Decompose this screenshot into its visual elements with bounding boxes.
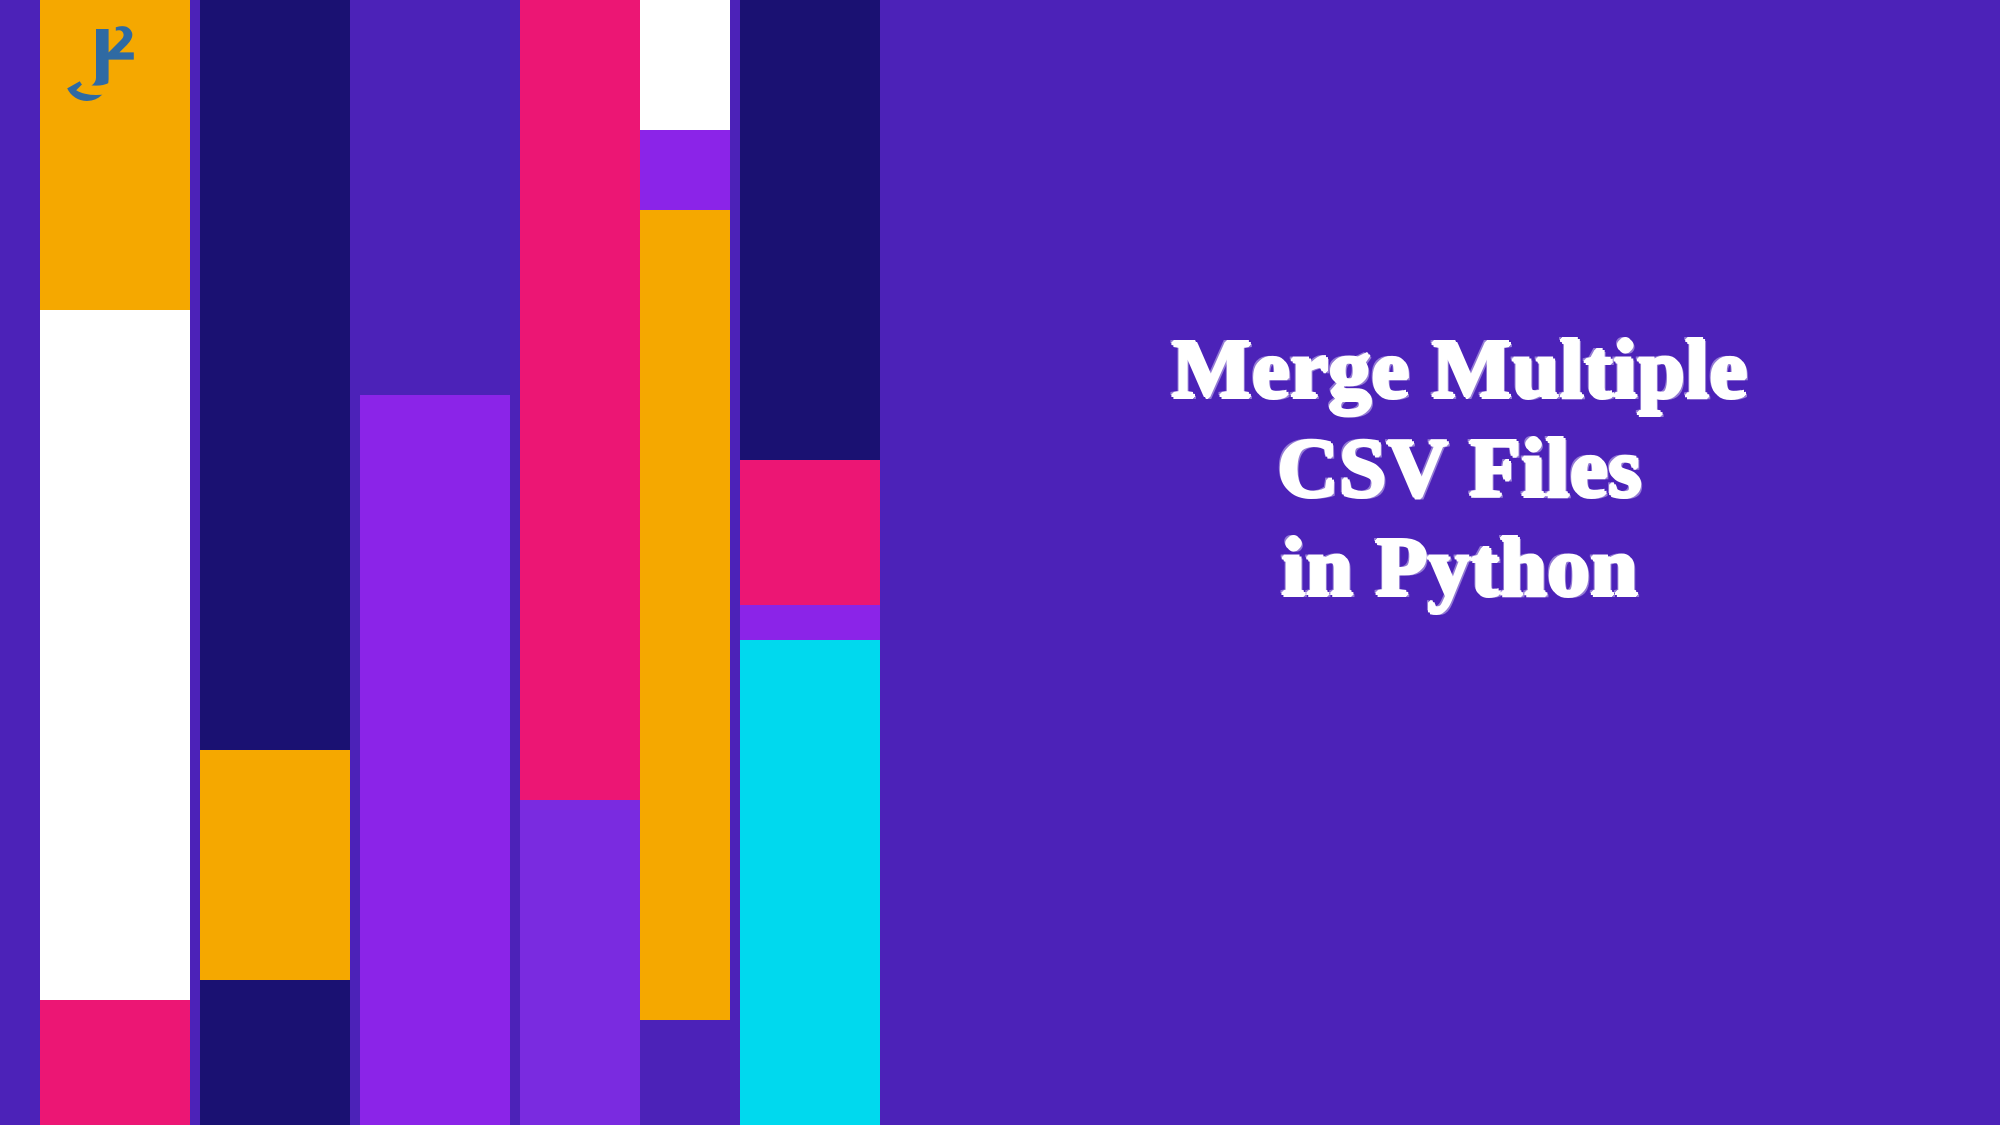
bar-segment — [360, 0, 510, 395]
bar-segment — [640, 210, 730, 1020]
bar-segment — [740, 640, 880, 1125]
bar-segment — [520, 800, 650, 1125]
bar-col-6 — [740, 0, 880, 1125]
color-bars — [0, 0, 920, 1125]
headline-line-3: in Python — [980, 518, 1940, 617]
bar-segment — [200, 0, 350, 750]
banner-graphic: Merge Multiple CSV Files in Python — [0, 0, 2000, 1125]
bar-segment — [200, 980, 350, 1125]
bar-col-4 — [520, 0, 650, 1125]
bar-segment — [740, 0, 880, 460]
bar-segment — [740, 460, 880, 605]
bar-segment — [40, 0, 190, 310]
bar-col-1 — [40, 0, 190, 1125]
headline-line-1: Merge Multiple — [980, 320, 1940, 419]
bar-col-5 — [640, 0, 730, 1125]
bar-segment — [40, 310, 190, 1000]
headline: Merge Multiple CSV Files in Python — [980, 320, 1940, 617]
bar-segment — [40, 1000, 190, 1125]
headline-line-2: CSV Files — [980, 419, 1940, 518]
bar-segment — [640, 130, 730, 210]
bar-segment — [360, 395, 510, 1125]
bar-col-2 — [200, 0, 350, 1125]
bar-segment — [640, 0, 730, 130]
bar-col-3 — [360, 0, 510, 1125]
bar-segment — [520, 0, 650, 800]
bar-segment — [640, 1020, 730, 1125]
bar-segment — [740, 605, 880, 640]
bar-segment — [200, 750, 350, 980]
